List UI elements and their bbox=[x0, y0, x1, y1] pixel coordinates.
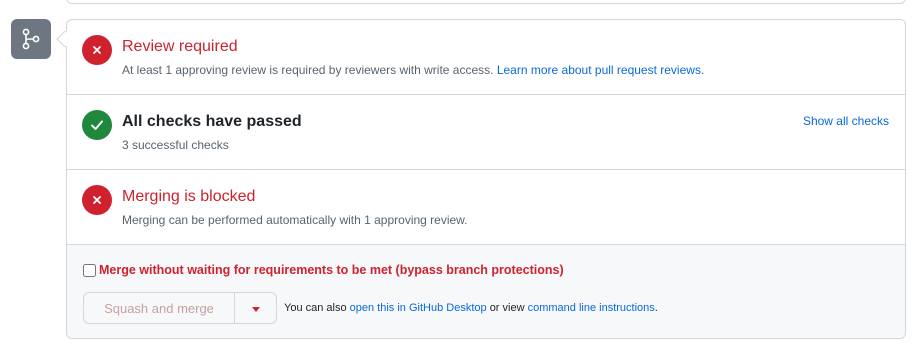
checks-passed-title: All checks have passed bbox=[122, 113, 302, 130]
checks-passed-description: 3 successful checks bbox=[122, 138, 229, 152]
check-icon bbox=[82, 110, 112, 140]
squash-and-merge-button[interactable]: Squash and merge bbox=[83, 292, 235, 324]
review-required-title: Review required bbox=[122, 38, 238, 55]
review-required-description: At least 1 approving review is required … bbox=[122, 63, 705, 77]
merge-button-group: Squash and merge bbox=[83, 292, 277, 324]
merge-actions-section: Merge without waiting for requirements t… bbox=[67, 245, 905, 338]
learn-more-link[interactable]: Learn more about pull request reviews. bbox=[497, 63, 704, 77]
triangle-down-icon bbox=[251, 299, 260, 317]
review-required-section: Review required At least 1 approving rev… bbox=[67, 20, 905, 95]
previous-timeline-box bbox=[66, 0, 906, 4]
alternative-merge-text: You can also open this in GitHub Desktop… bbox=[284, 302, 658, 314]
x-icon bbox=[82, 185, 112, 215]
bypass-option[interactable]: Merge without waiting for requirements t… bbox=[83, 263, 564, 277]
merge-box: Review required At least 1 approving rev… bbox=[66, 19, 906, 339]
merging-blocked-title: Merging is blocked bbox=[122, 188, 256, 205]
x-icon bbox=[82, 35, 112, 65]
checks-passed-section: All checks have passed 3 successful chec… bbox=[67, 95, 905, 170]
merging-blocked-section: Merging is blocked Merging can be perfor… bbox=[67, 170, 905, 245]
bypass-checkbox[interactable] bbox=[83, 263, 96, 277]
merge-method-dropdown-button[interactable] bbox=[235, 292, 277, 324]
merging-blocked-description: Merging can be performed automatically w… bbox=[122, 213, 468, 227]
command-line-instructions-link[interactable]: command line instructions bbox=[528, 302, 655, 314]
open-in-desktop-link[interactable]: open this in GitHub Desktop bbox=[350, 302, 487, 314]
git-branch-icon bbox=[11, 19, 51, 59]
show-all-checks-link[interactable]: Show all checks bbox=[803, 114, 889, 128]
bypass-label: Merge without waiting for requirements t… bbox=[99, 263, 564, 277]
